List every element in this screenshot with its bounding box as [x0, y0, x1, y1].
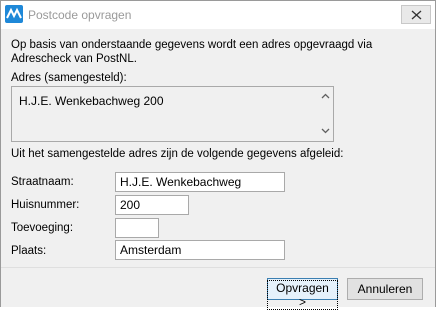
chevron-down-icon[interactable]: [321, 128, 330, 134]
close-button[interactable]: [401, 5, 431, 24]
intro-text: Op basis van onderstaande gegevens wordt…: [11, 39, 373, 65]
street-field[interactable]: H.J.E. Wenkebachweg: [115, 172, 285, 192]
street-label: Straatnaam:: [11, 176, 74, 188]
dialog-window: Postcode opvragen Op basis van onderstaa…: [0, 0, 436, 310]
cancel-button[interactable]: Annuleren: [347, 278, 423, 300]
chevron-up-icon[interactable]: [321, 93, 330, 99]
address-value: H.J.E. Wenkebachweg 200: [19, 94, 164, 108]
app-logo-icon: [5, 5, 23, 23]
address-scrollbar[interactable]: [318, 87, 333, 141]
city-field[interactable]: Amsterdam: [115, 240, 285, 260]
dialog-content: Op basis van onderstaande gegevens wordt…: [1, 29, 435, 267]
address-textarea[interactable]: H.J.E. Wenkebachweg 200: [11, 86, 334, 142]
address-label: Adres (samengesteld):: [11, 72, 127, 84]
window-title: Postcode opvragen: [28, 8, 132, 22]
number-label: Huisnummer:: [11, 199, 80, 211]
request-button-label: Opvragen >: [267, 280, 338, 310]
addition-label: Toevoeging:: [11, 222, 74, 234]
button-bar: Opvragen > Annuleren: [1, 267, 435, 310]
title-bar[interactable]: Postcode opvragen: [1, 1, 435, 29]
house-number-field[interactable]: 200: [115, 195, 189, 215]
derived-label: Uit het samengestelde adres zijn de volg…: [11, 148, 344, 160]
city-label: Plaats:: [11, 245, 47, 257]
request-button[interactable]: Opvragen >: [267, 278, 338, 310]
addition-field[interactable]: [115, 218, 159, 238]
close-icon: [411, 10, 422, 20]
